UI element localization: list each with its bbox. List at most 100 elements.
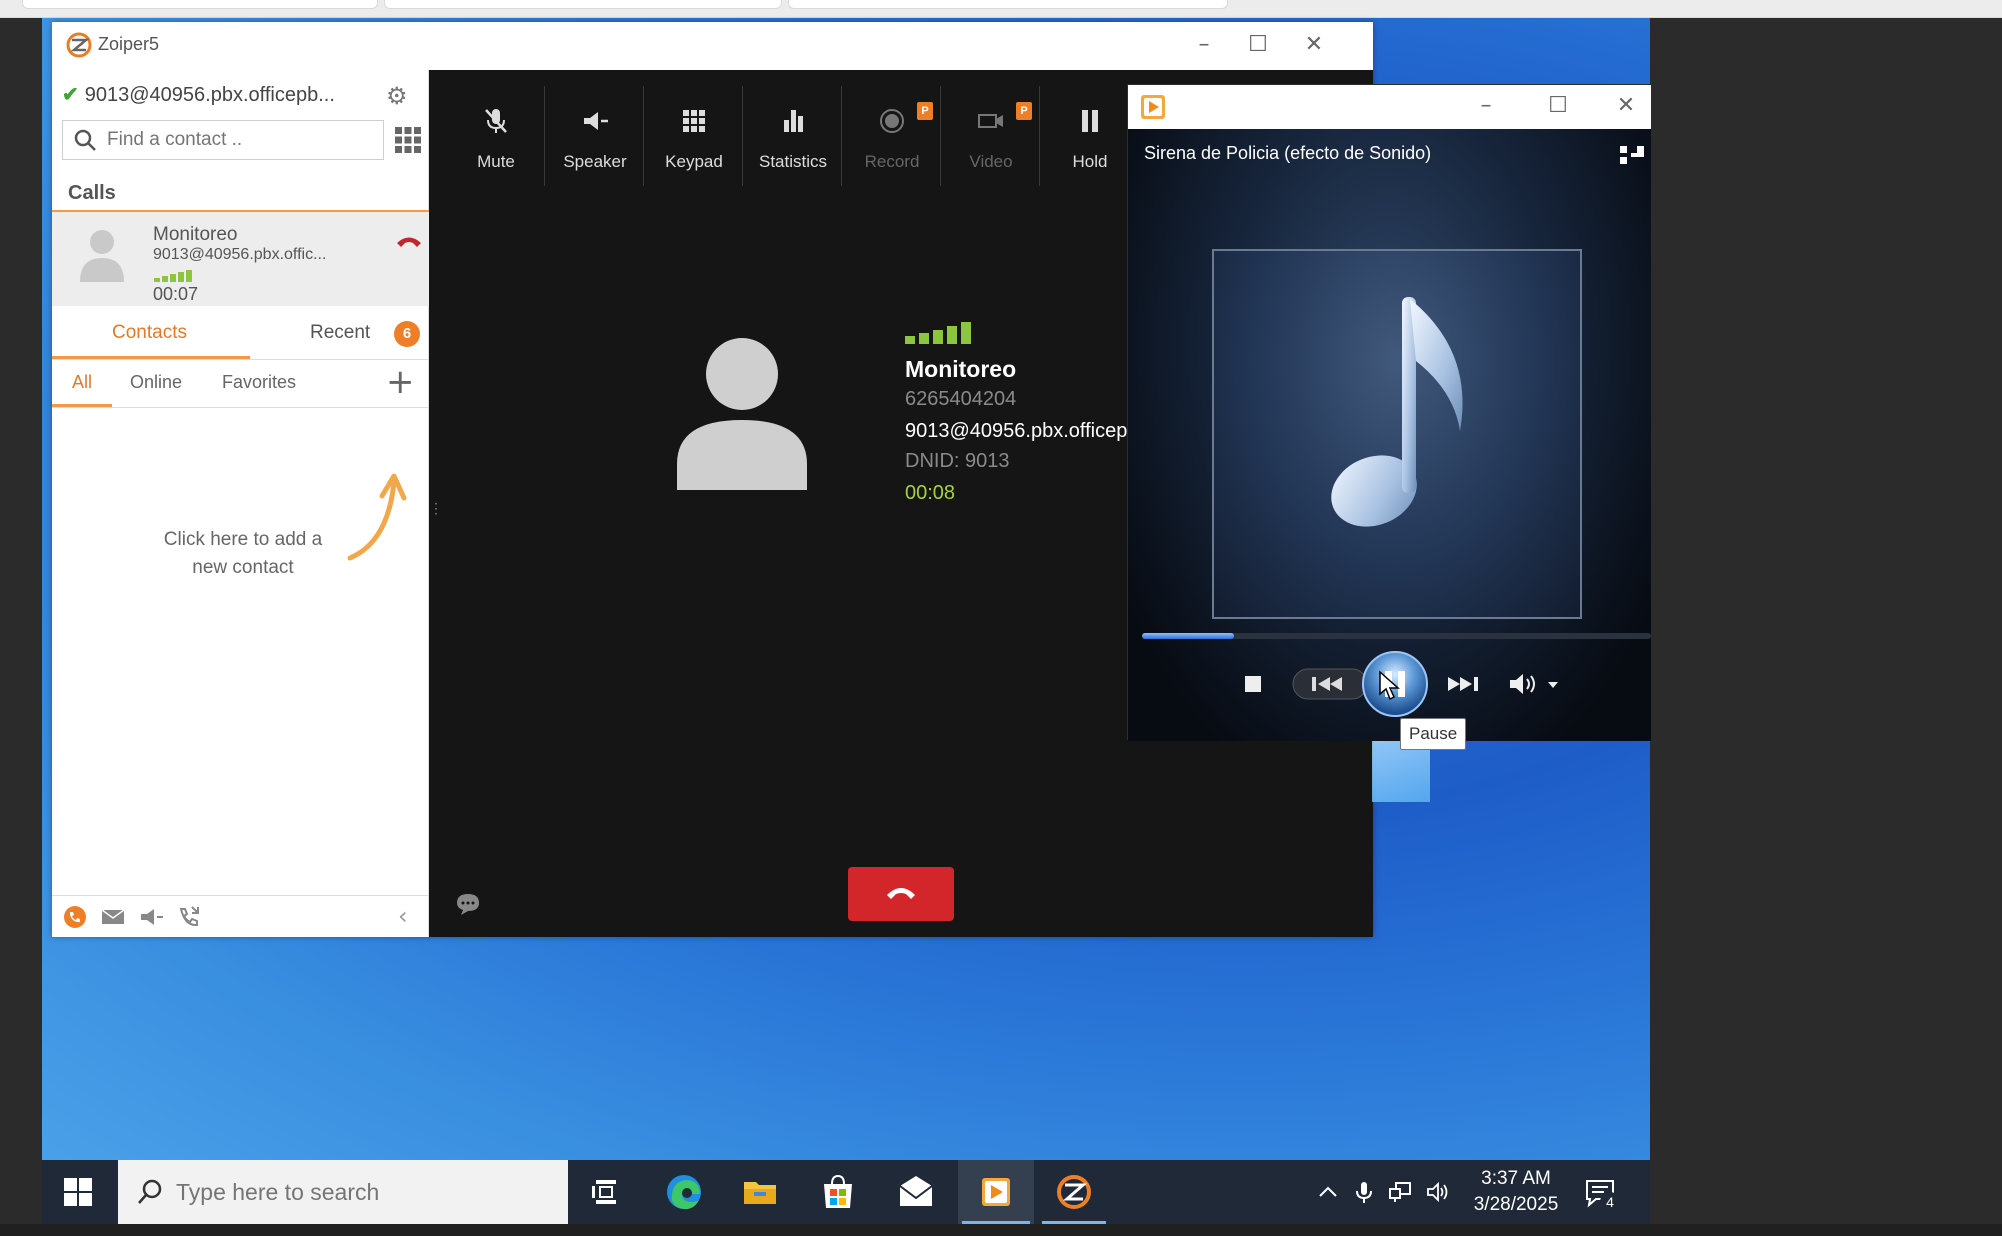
peer-name: Monitoreo: [905, 356, 1017, 382]
volume-icon[interactable]: [1426, 1180, 1450, 1204]
browser-tab[interactable]: [384, 0, 782, 9]
notification-count-badge: 4: [1600, 1192, 1620, 1212]
active-call-item[interactable]: Monitoreo 9013@40956.pbx.offic... 00:07: [52, 212, 429, 306]
filter-active-indicator: [52, 404, 112, 407]
filter-all[interactable]: All: [72, 372, 92, 393]
call-history-icon[interactable]: [176, 905, 202, 929]
maximize-button[interactable]: ☐: [1538, 91, 1578, 121]
speaker-label: Speaker: [563, 152, 627, 171]
clock-time: 3:37 AM: [1481, 1168, 1551, 1189]
album-art: [1212, 249, 1582, 619]
minimize-button[interactable]: –: [1466, 91, 1506, 121]
mute-button[interactable]: Mute: [447, 86, 545, 186]
video-icon: [978, 114, 1003, 128]
pause-tooltip: Pause: [1400, 718, 1467, 750]
search-icon: [138, 1179, 162, 1204]
dialpad-grid-icon[interactable]: [394, 126, 422, 154]
check-icon: ✔: [62, 84, 79, 106]
zoiper-logo-icon: [66, 32, 92, 58]
search-icon: [74, 129, 96, 151]
statistics-label: Statistics: [758, 152, 828, 171]
microsoft-store-icon[interactable]: [816, 1170, 860, 1214]
minimize-button[interactable]: –: [1184, 30, 1224, 60]
mail-icon[interactable]: [894, 1170, 938, 1214]
phone-icon[interactable]: [62, 905, 88, 929]
collapse-panel-icon[interactable]: ‹: [398, 902, 408, 930]
network-icon[interactable]: [1388, 1180, 1412, 1204]
zoiper-taskbar-icon[interactable]: [1052, 1170, 1096, 1214]
message-icon[interactable]: [100, 905, 126, 929]
record-button[interactable]: P Record: [843, 86, 941, 186]
tab-recent[interactable]: Recent: [310, 322, 370, 344]
arrow-icon: [347, 473, 407, 561]
contact-search-input[interactable]: [107, 127, 372, 153]
browser-tab[interactable]: [788, 0, 1228, 9]
speaker-button[interactable]: Speaker: [546, 86, 644, 186]
filter-online[interactable]: Online: [130, 372, 182, 393]
mic-muted-icon: [485, 109, 507, 133]
gear-icon[interactable]: ⚙: [386, 82, 408, 111]
panel-splitter[interactable]: ⋮: [429, 500, 443, 530]
windows-taskbar: 3:37 AM 3/28/2025 4: [42, 1160, 1650, 1224]
browser-tab-strip: [0, 0, 2002, 18]
keypad-button[interactable]: Keypad: [645, 86, 743, 186]
peer-uri: 9013@40956.pbx.officepbx.r: [905, 420, 1161, 442]
contact-search-box[interactable]: [62, 120, 384, 160]
peer-number: 6265404204: [905, 388, 1017, 410]
microphone-icon[interactable]: [1352, 1180, 1376, 1204]
now-playing-view: Sirena de Policia (efecto de Sonido): [1128, 129, 1651, 741]
filter-favorites[interactable]: Favorites: [222, 372, 296, 393]
mute-label: Mute: [477, 152, 515, 171]
taskbar-search-input[interactable]: [176, 1176, 546, 1208]
chat-bubble-icon[interactable]: [455, 892, 481, 916]
media-player-taskbar-button[interactable]: [958, 1160, 1034, 1224]
next-track-icon[interactable]: [1424, 665, 1500, 703]
media-player-titlebar[interactable]: – ☐ ✕: [1128, 85, 1651, 129]
add-contact-hint[interactable]: Click here to add a new contact: [150, 526, 336, 582]
keypad-icon: [683, 110, 705, 132]
switch-to-library-icon[interactable]: [1618, 143, 1646, 167]
statistics-button[interactable]: Statistics: [744, 86, 842, 186]
media-player-logo-icon: [1141, 95, 1165, 119]
hangup-button[interactable]: [848, 867, 954, 921]
hangup-icon[interactable]: [396, 234, 422, 248]
previous-track-icon[interactable]: [1292, 665, 1368, 703]
add-contact-plus-icon[interactable]: +: [386, 362, 415, 402]
zoiper-titlebar[interactable]: Zoiper5 – ☐ ✕: [52, 22, 1373, 70]
video-button[interactable]: P Video: [942, 86, 1040, 186]
hold-button[interactable]: Hold: [1041, 86, 1139, 186]
outer-background: [1650, 18, 2002, 1236]
calls-header: Calls: [68, 182, 116, 204]
media-player-window: – ☐ ✕ Sirena de Policia (efecto de Sonid…: [1127, 84, 1651, 741]
clock-date: 3/28/2025: [1473, 1194, 1559, 1215]
browser-tab[interactable]: [22, 0, 378, 9]
account-label: 9013@40956.pbx.officepb...: [84, 84, 335, 106]
active-app-indicator: [962, 1221, 1030, 1224]
task-view-icon[interactable]: [584, 1170, 628, 1214]
pause-icon: [1082, 110, 1098, 132]
volume-icon[interactable]: [1508, 669, 1564, 699]
chevron-up-icon[interactable]: [1316, 1180, 1340, 1204]
tab-contacts[interactable]: Contacts: [112, 322, 187, 344]
outer-background-bottom: [0, 1224, 2002, 1236]
stop-icon[interactable]: [1244, 675, 1262, 693]
close-button[interactable]: ✕: [1294, 30, 1334, 60]
call-contact-name: Monitoreo: [153, 224, 238, 245]
tab-active-indicator: [52, 356, 250, 359]
account-status[interactable]: ✔ 9013@40956.pbx.officepb...: [62, 82, 335, 108]
speaker-icon[interactable]: [138, 905, 164, 929]
file-explorer-icon[interactable]: [738, 1170, 782, 1214]
seek-bar[interactable]: [1142, 633, 1651, 639]
windows-start-icon[interactable]: [64, 1178, 92, 1206]
signal-bars-icon: [154, 270, 192, 282]
peer-dnid: DNID: 9013: [905, 450, 1010, 472]
hangup-icon: [887, 888, 915, 899]
taskbar-clock[interactable]: 3:37 AM 3/28/2025: [1466, 1166, 1566, 1218]
edge-browser-icon[interactable]: [662, 1170, 706, 1214]
premium-badge: P: [1016, 102, 1032, 120]
maximize-button[interactable]: ☐: [1238, 30, 1278, 60]
signal-bars-icon: [905, 322, 971, 344]
keypad-label: Keypad: [665, 152, 723, 171]
close-button[interactable]: ✕: [1606, 91, 1646, 121]
taskbar-search-box[interactable]: [118, 1160, 568, 1224]
